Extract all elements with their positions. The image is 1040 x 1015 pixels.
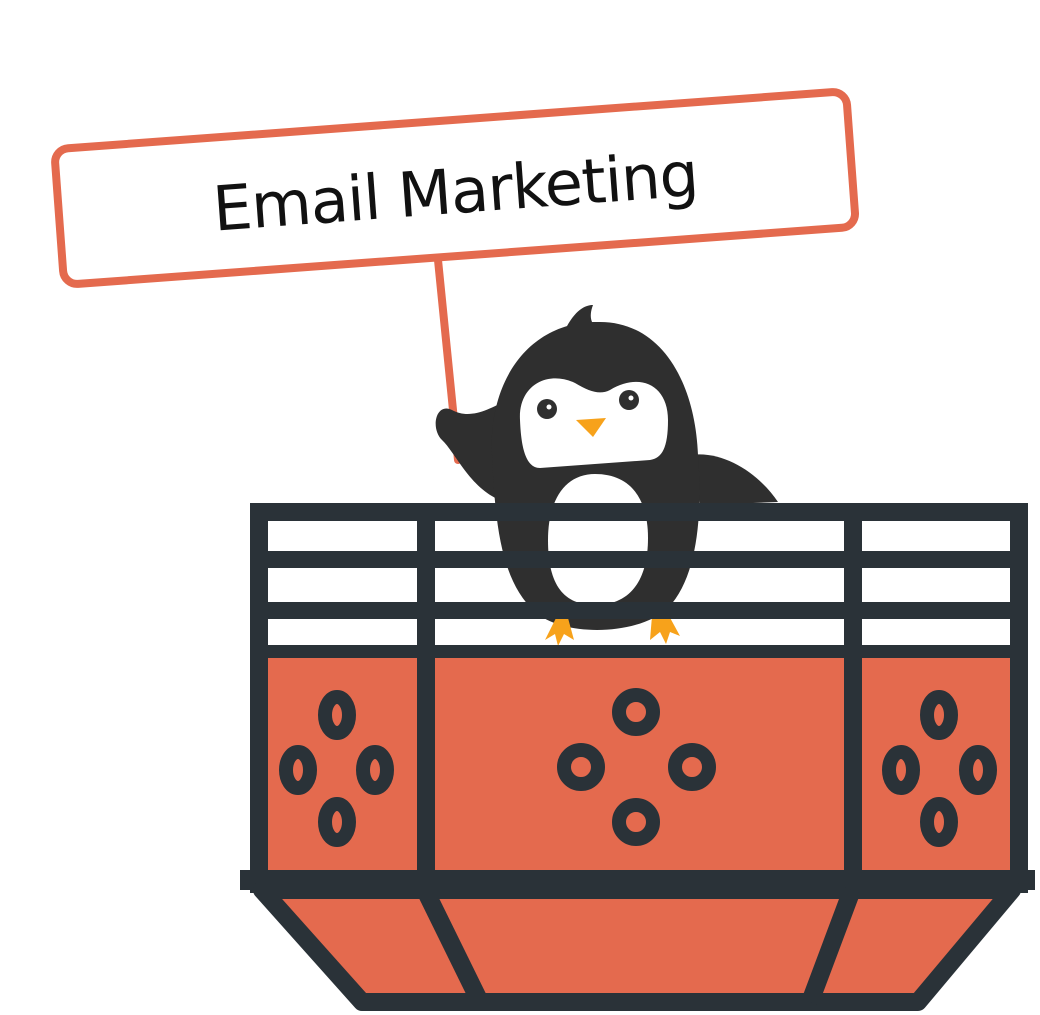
email-marketing-sign: Email Marketing <box>51 88 859 464</box>
rail-bar-1 <box>258 551 1022 568</box>
penguin-left-eye <box>537 399 557 419</box>
penguin-right-eye-shine <box>628 395 634 401</box>
post-center-right <box>844 503 862 893</box>
post-center-left <box>417 503 435 893</box>
rail-top <box>250 503 1026 521</box>
penguin-left-eye-shine <box>546 404 552 410</box>
penguin-right-flipper <box>690 454 778 505</box>
penguin-belly <box>548 474 648 605</box>
basket-bottom <box>253 881 1021 1011</box>
illustration-canvas: Email Marketing <box>51 88 1035 1011</box>
penguin-tuft <box>565 305 600 330</box>
post-right <box>1010 503 1028 893</box>
penguin-right-eye <box>619 390 639 410</box>
penguin-mascot <box>435 305 778 646</box>
rail-bar-2 <box>258 602 1022 619</box>
post-left <box>250 503 268 893</box>
